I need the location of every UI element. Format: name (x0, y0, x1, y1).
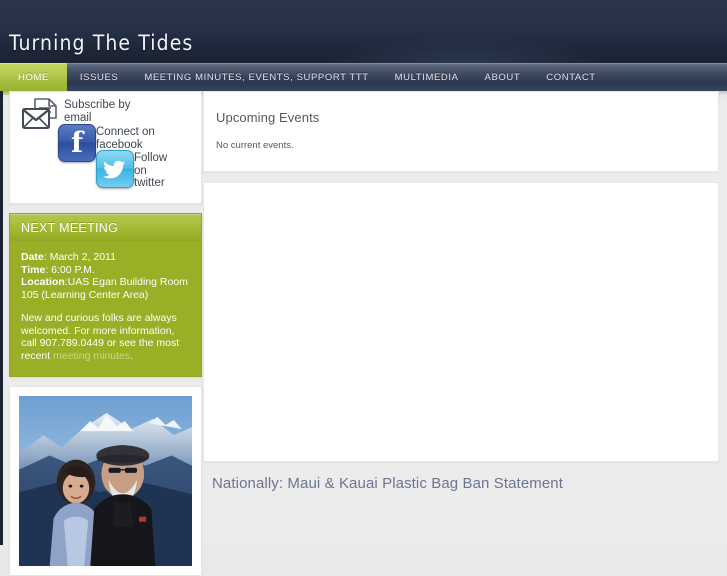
meeting-time-label: Time (21, 263, 46, 276)
photo-widget (9, 386, 202, 576)
sidebar-photo (19, 396, 192, 566)
meeting-location-label: Location (21, 276, 65, 288)
main-navigation: HOME ISSUES Meeting Minutes, Events, Sup… (0, 63, 727, 91)
nav-item-multimedia[interactable]: MULTIMEDIA (382, 63, 472, 91)
main-column: Upcoming Events No current events. Natio… (203, 91, 719, 492)
nav-list: HOME ISSUES Meeting Minutes, Events, Sup… (0, 63, 727, 91)
nav-item-home[interactable]: HOME (0, 63, 67, 91)
page-root: Turning The Tides HOME ISSUES Meeting Mi… (0, 0, 727, 576)
meeting-time-value: : 6:00 P.M. (45, 263, 95, 276)
twitter-icon (96, 150, 134, 188)
meeting-date-value: : March 2, 2011 (43, 251, 116, 263)
meeting-note: New and curious folks are always welcome… (21, 312, 190, 362)
next-meeting-heading: NEXT MEETING (21, 220, 119, 235)
meeting-date-row: Date: March 2, 2011 (21, 251, 190, 264)
site-title: Turning The Tides (9, 31, 194, 55)
meeting-date-label: Date (21, 251, 44, 263)
next-meeting-body: Date: March 2, 2011 Time: 6:00 P.M. Loca… (10, 241, 201, 376)
subscribe-by-email-label: Subscribe by email (64, 99, 131, 124)
meeting-location-row: Location:UAS Egan Building Room 105 (Lea… (21, 276, 190, 301)
meeting-spacer (21, 301, 190, 312)
meeting-time-row: Time: 6:00 P.M. (21, 264, 190, 277)
nav-item-contact[interactable]: CONTACT (533, 63, 608, 91)
post-title-link[interactable]: Nationally: Maui & Kauai Plastic Bag Ban… (203, 475, 719, 492)
nav-item-about[interactable]: ABOUT (472, 63, 534, 91)
nav-item-issues[interactable]: ISSUES (67, 63, 131, 91)
next-meeting-widget: NEXT MEETING Date: March 2, 2011 Time: 6… (9, 213, 202, 377)
upcoming-events-body: No current events. (216, 140, 294, 151)
meeting-minutes-link[interactable]: meeting minutes (53, 350, 130, 362)
upcoming-events-title: Upcoming Events (216, 110, 320, 125)
twitter-label: Follow on twitter (134, 152, 168, 189)
sidebar: Subscribe by email f Connect on facebook… (0, 91, 202, 576)
nav-item-meeting-minutes[interactable]: Meeting Minutes, Events, Support TTT (131, 63, 381, 91)
content-wrapper: Subscribe by email f Connect on facebook… (0, 91, 727, 576)
facebook-label: Connect on facebook (96, 126, 155, 151)
twitter-link[interactable]: Follow on twitter (96, 150, 176, 190)
facebook-icon: f (58, 124, 96, 162)
meeting-note-period: . (130, 349, 134, 362)
site-header: Turning The Tides (0, 0, 727, 63)
next-meeting-header: NEXT MEETING (10, 214, 201, 241)
header-glow-decoration (313, 35, 614, 63)
facebook-glyph: f (70, 126, 84, 159)
content-placeholder-panel (203, 182, 719, 462)
social-links-widget: Subscribe by email f Connect on facebook… (9, 91, 202, 204)
upcoming-events-panel: Upcoming Events No current events. (203, 91, 719, 172)
